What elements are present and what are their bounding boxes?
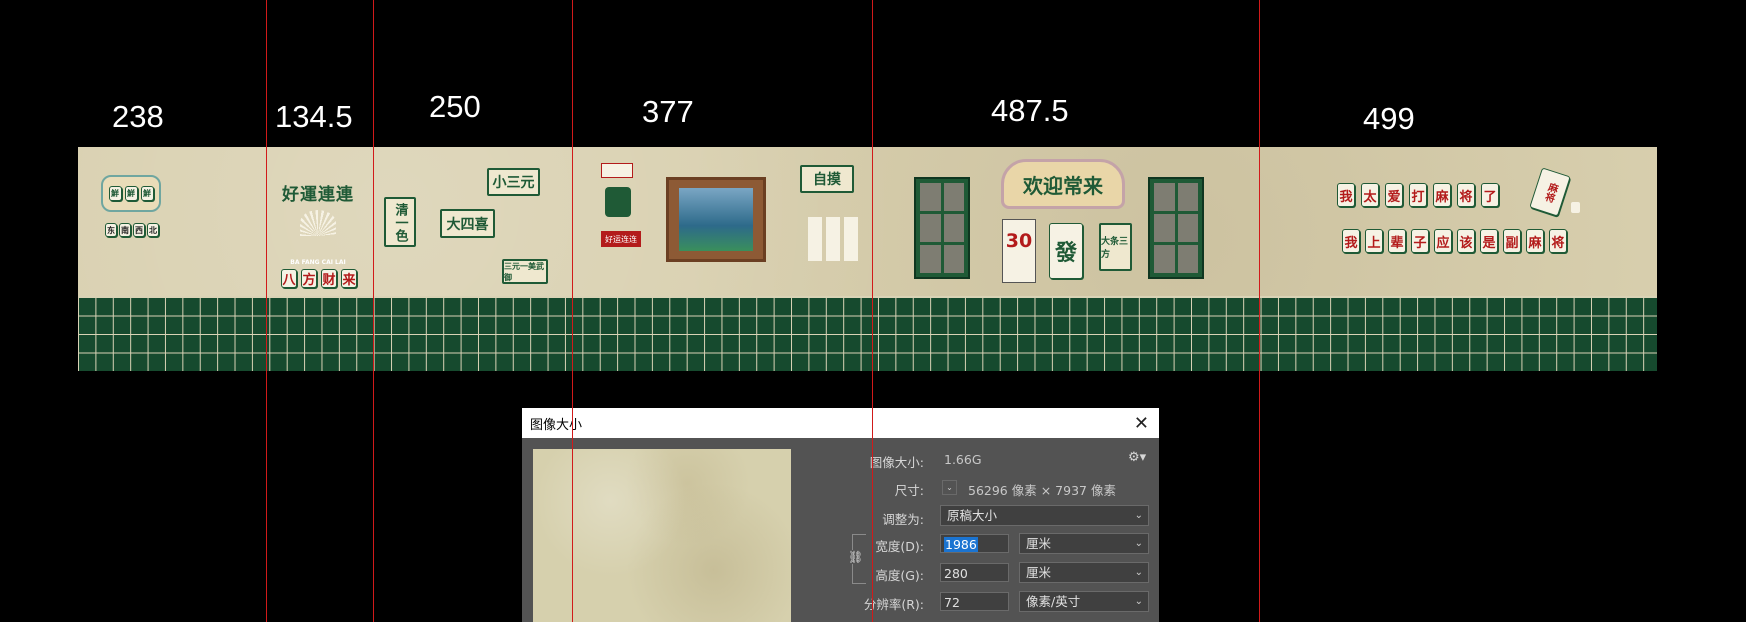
photo-panel-left xyxy=(914,177,970,279)
fa-tile: 發 xyxy=(1049,223,1083,279)
calendar-date: 30 xyxy=(1005,230,1033,252)
tile-grid xyxy=(808,217,860,261)
guide-line[interactable] xyxy=(872,0,873,622)
wind-tile: 北 xyxy=(147,223,159,237)
slogan-tile: 将 xyxy=(1549,229,1567,253)
fortune-tile: 财 xyxy=(321,269,337,288)
mini-poster xyxy=(601,163,633,178)
fit-to-select[interactable]: 原稿大小 ⌄ xyxy=(940,505,1149,526)
dimension-label-6: 499 xyxy=(1363,101,1415,136)
image-size-dialog: 图像大小 ✕ 图像大小: 1.66G ⚙▾ 尺寸: ⌄ 56296 像素 × 7… xyxy=(522,408,1159,622)
emblem-tile: 鮮 xyxy=(124,186,138,201)
mahjong-row-2: 我 上 辈 子 应 该 是 副 麻 将 xyxy=(1342,229,1567,253)
calendar: 30 xyxy=(1002,219,1036,283)
height-unit-value: 厘米 xyxy=(1026,565,1052,580)
dimension-label-5: 487.5 xyxy=(991,93,1069,128)
wind-tile: 西 xyxy=(133,223,145,237)
width-value: 1986 xyxy=(944,537,978,552)
width-input[interactable]: 1986 xyxy=(940,534,1009,553)
slogan-tile: 副 xyxy=(1503,229,1521,253)
mini-poster-2 xyxy=(605,187,631,217)
chevron-down-icon: ⌄ xyxy=(1134,510,1143,521)
fortune-tile: 八 xyxy=(281,269,297,288)
chevron-down-icon: ⌄ xyxy=(1134,538,1143,549)
resolution-unit-value: 像素/英寸 xyxy=(1026,594,1081,609)
guide-line[interactable] xyxy=(266,0,267,622)
slogan-tile: 了 xyxy=(1481,183,1499,207)
width-unit-value: 厘米 xyxy=(1026,536,1052,551)
slogan-tile: 是 xyxy=(1480,229,1498,253)
emblem-badge: 鮮 鮮 鮮 xyxy=(101,175,161,212)
dice-icon xyxy=(1571,202,1580,213)
window-view xyxy=(679,188,753,251)
close-icon[interactable]: ✕ xyxy=(1134,413,1149,434)
welcome-banner: 欢迎常来 xyxy=(1001,159,1125,209)
sign-dasixi: 大四喜 xyxy=(440,209,495,238)
resolution-unit-select[interactable]: 像素/英寸 ⌄ xyxy=(1019,591,1149,612)
slogan-tile: 我 xyxy=(1342,229,1360,253)
gear-icon[interactable]: ⚙▾ xyxy=(1128,450,1146,465)
width-label: 宽度(D): xyxy=(875,539,924,554)
fit-to-value: 原稿大小 xyxy=(947,508,998,523)
height-label: 高度(G): xyxy=(875,568,924,583)
dimensions-dropdown[interactable]: ⌄ xyxy=(942,480,957,495)
slogan-tile: 应 xyxy=(1434,229,1452,253)
slogan-tile: 麻 xyxy=(1433,183,1451,207)
lucky-subtext: BA FANG CAI LAI xyxy=(290,259,346,266)
slogan-tile: 爱 xyxy=(1385,183,1403,207)
guide-line[interactable] xyxy=(1259,0,1260,622)
dialog-titlebar[interactable]: 图像大小 ✕ xyxy=(522,408,1159,438)
image-size-label: 图像大小: xyxy=(869,455,924,470)
slogan-tile: 子 xyxy=(1411,229,1429,253)
slogan-tile: 麻 xyxy=(1526,229,1544,253)
height-input[interactable]: 280 xyxy=(940,563,1009,582)
dimensions-value: 56296 像素 × 7937 像素 xyxy=(968,483,1116,498)
slogan-tile: 将 xyxy=(1457,183,1475,207)
chevron-down-icon: ⌄ xyxy=(1134,596,1143,607)
fit-to-label: 调整为: xyxy=(882,512,924,527)
slogan-tile: 该 xyxy=(1457,229,1475,253)
dimension-label-3: 250 xyxy=(429,89,481,124)
mahjong-row-1: 我 太 爱 打 麻 将 了 xyxy=(1337,183,1499,207)
dialog-title: 图像大小 xyxy=(530,417,583,433)
dimension-label-2: 134.5 xyxy=(275,99,353,134)
sign-zimo: 自摸 xyxy=(800,165,854,193)
mural-canvas: 鮮 鮮 鮮 东 南 西 北 好運連連 BA FANG CAI LAI 八 方 财… xyxy=(78,147,1657,371)
resolution-label: 分辨率(R): xyxy=(863,597,924,612)
emblem-tile: 鮮 xyxy=(140,186,154,201)
slogan-tile: 辈 xyxy=(1388,229,1406,253)
tilted-mahjong-tile: 麻将 xyxy=(1529,167,1571,217)
emblem-tile: 鮮 xyxy=(108,186,122,201)
photo-panel-right xyxy=(1148,177,1204,279)
sunburst-graphic xyxy=(300,210,336,236)
guide-line[interactable] xyxy=(373,0,374,622)
sign-qingyise: 清一色 xyxy=(384,197,416,247)
window-illustration xyxy=(666,177,766,262)
sign-sanyuan: 三元一美武御 xyxy=(502,259,548,284)
fortune-tile: 方 xyxy=(301,269,317,288)
resolution-input[interactable]: 72 xyxy=(940,592,1009,611)
sign-side: 大条三方 xyxy=(1099,223,1132,271)
mural-upper-panel: 鮮 鮮 鮮 东 南 西 北 好運連連 BA FANG CAI LAI 八 方 财… xyxy=(78,147,1657,296)
lucky-title: 好運連連 xyxy=(282,185,354,205)
slogan-tile: 上 xyxy=(1365,229,1383,253)
chevron-down-icon: ⌄ xyxy=(1134,567,1143,578)
lucky-badge: 好运连连 xyxy=(601,231,641,247)
width-unit-select[interactable]: 厘米 ⌄ xyxy=(1019,533,1149,554)
fortune-tile: 来 xyxy=(341,269,357,288)
dimensions-label: 尺寸: xyxy=(894,483,924,498)
guide-line[interactable] xyxy=(572,0,573,622)
slogan-tile: 太 xyxy=(1361,183,1379,207)
dimension-label-4: 377 xyxy=(642,94,694,129)
sign-xiaosanyuan: 小三元 xyxy=(487,168,540,196)
wind-tile: 东 xyxy=(105,223,117,237)
image-size-value: 1.66G xyxy=(944,452,982,467)
green-tile-wall xyxy=(78,296,1657,371)
dimension-label-1: 238 xyxy=(112,99,164,134)
slogan-tile: 我 xyxy=(1337,183,1355,207)
wind-tile: 南 xyxy=(119,223,131,237)
slogan-tile: 打 xyxy=(1409,183,1427,207)
height-unit-select[interactable]: 厘米 ⌄ xyxy=(1019,562,1149,583)
